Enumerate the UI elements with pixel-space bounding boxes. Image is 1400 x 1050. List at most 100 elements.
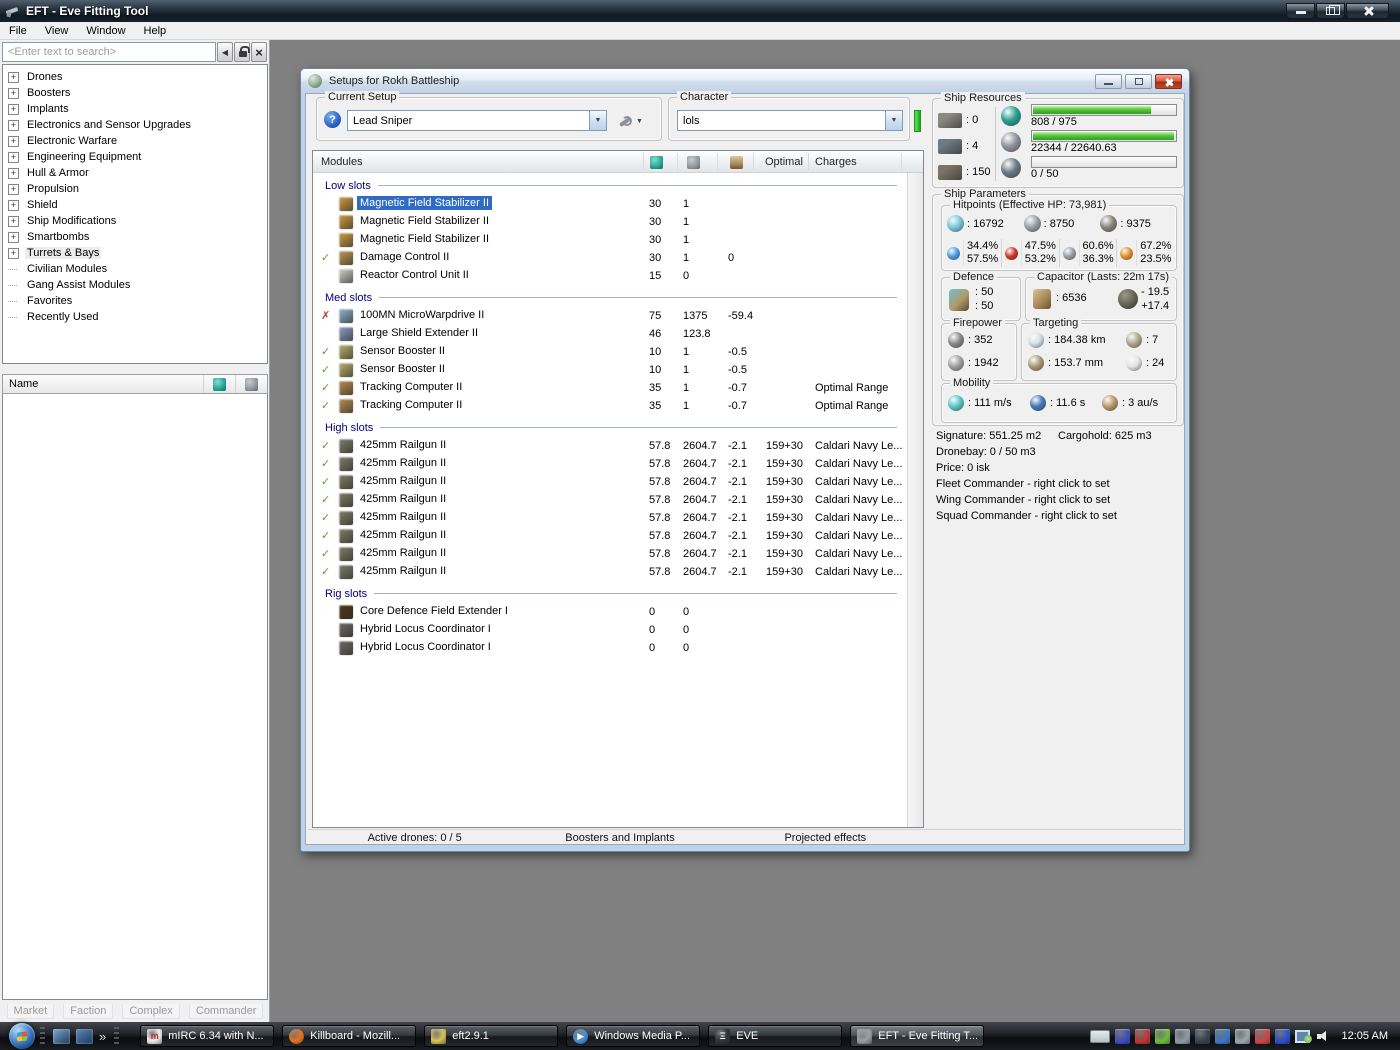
expand-plus-icon[interactable]: + <box>8 231 19 243</box>
tree-item-recently-used[interactable]: Recently Used <box>3 309 267 325</box>
tree-item-electronics-and-sensor-upgrades[interactable]: + Electronics and Sensor Upgrades <box>3 117 267 133</box>
character-combobox[interactable]: lols ▼ <box>677 110 903 131</box>
taskbar-button-mirc-6-34-with-n[interactable]: m mIRC 6.34 with N... <box>140 1025 275 1047</box>
tray-windows-colors-icon[interactable] <box>1254 1028 1270 1044</box>
expand-plus-icon[interactable]: + <box>8 183 19 195</box>
search-clear-button[interactable]: × <box>251 42 267 62</box>
keyboard-layout-icon[interactable] <box>1089 1029 1110 1043</box>
tree-item-electronic-warfare[interactable]: + Electronic Warfare <box>3 133 267 149</box>
dropdown-arrow-icon[interactable]: ▼ <box>885 111 902 130</box>
taskbar-button-eft-eve-fitting-t[interactable]: EFT - Eve Fitting T... <box>850 1025 985 1047</box>
name-column-header[interactable]: Name <box>9 378 38 390</box>
optimal-column-header[interactable]: Optimal <box>765 151 803 173</box>
tray-update-check-icon[interactable] <box>1234 1028 1250 1044</box>
powergrid-column-header[interactable] <box>687 151 700 173</box>
module-row-tracking-computer-ii[interactable]: ✓ Tracking Computer II 35 1 -0.7 Optimal Rang… <box>313 397 907 415</box>
setup-titlebar[interactable]: Setups for Rokh Battleship <box>301 69 1189 93</box>
tree-item-civilian-modules[interactable]: Civilian Modules <box>3 261 267 277</box>
wing-commander-info[interactable]: Wing Commander - right click to set <box>936 494 1110 510</box>
module-row-large-shield-extender-ii[interactable]: Large Shield Extender II 46 123.8 <box>313 325 907 343</box>
show-desktop-icon[interactable] <box>53 1028 70 1044</box>
setup-maximize-button[interactable] <box>1125 73 1152 89</box>
module-row-magnetic-field-stabilizer-ii[interactable]: Magnetic Field Stabilizer II 30 1 <box>313 213 907 231</box>
search-lock-button[interactable] <box>234 42 250 62</box>
taskbar-button-killboard-mozill[interactable]: Killboard - Mozill... <box>282 1025 417 1047</box>
projected-effects-panel[interactable]: Projected effects <box>723 832 928 844</box>
charges-column-header[interactable]: Charges <box>815 151 857 173</box>
expand-plus-icon[interactable]: + <box>8 87 19 99</box>
tab-market[interactable]: Market <box>6 1003 55 1019</box>
module-row-magnetic-field-stabilizer-ii[interactable]: Magnetic Field Stabilizer II 30 1 <box>313 231 907 249</box>
minimize-button[interactable] <box>1286 3 1315 19</box>
module-row-damage-control-ii[interactable]: ✓ Damage Control II 30 1 0 <box>313 249 907 267</box>
expand-plus-icon[interactable]: + <box>8 103 19 115</box>
network-icon[interactable] <box>1294 1029 1312 1043</box>
cpu-column-header[interactable] <box>203 375 235 393</box>
boosters-implants-panel[interactable]: Boosters and Implants <box>517 832 722 844</box>
clock[interactable]: 12:05 AM <box>1342 1030 1388 1042</box>
help-icon[interactable]: ? <box>324 111 341 128</box>
squad-commander-info[interactable]: Squad Commander - right click to set <box>936 510 1117 526</box>
tree-item-engineering-equipment[interactable]: + Engineering Equipment <box>3 149 267 165</box>
module-row-425mm-railgun-ii[interactable]: ✓ 425mm Railgun II 57.8 2604.7 -2.1 159+30 Cal… <box>313 491 907 509</box>
capacitor-column-header[interactable] <box>730 151 743 173</box>
tray-messenger-icon[interactable] <box>1154 1028 1170 1044</box>
window-switcher-icon[interactable] <box>76 1028 93 1044</box>
taskbar-button-windows-media-p[interactable]: ▶ Windows Media P... <box>566 1025 701 1047</box>
module-row-425mm-railgun-ii[interactable]: ✓ 425mm Railgun II 57.8 2604.7 -2.1 159+30 Cal… <box>313 545 907 563</box>
dropdown-arrow-icon[interactable]: ▼ <box>589 111 606 130</box>
powergrid-column-header[interactable] <box>235 375 267 393</box>
tray-app-blue-icon[interactable] <box>1214 1028 1230 1044</box>
module-row-core-defence-field-extender-i[interactable]: Core Defence Field Extender I 0 0 <box>313 603 907 621</box>
search-input[interactable] <box>2 42 216 62</box>
tree-item-turrets-bays[interactable]: + Turrets & Bays <box>3 245 267 261</box>
module-row-425mm-railgun-ii[interactable]: ✓ 425mm Railgun II 57.8 2604.7 -2.1 159+30 Cal… <box>313 527 907 545</box>
module-row-hybrid-locus-coordinator-i[interactable]: Hybrid Locus Coordinator I 0 0 <box>313 621 907 639</box>
tab-commander[interactable]: Commander <box>188 1003 264 1019</box>
module-row-sensor-booster-ii[interactable]: ✓ Sensor Booster II 10 1 -0.5 <box>313 343 907 361</box>
vertical-scrollbar[interactable] <box>907 173 923 827</box>
cpu-column-header[interactable] <box>650 151 663 173</box>
expand-plus-icon[interactable]: + <box>8 199 19 211</box>
expand-plus-icon[interactable]: + <box>8 215 19 227</box>
restore-button[interactable] <box>1316 3 1345 19</box>
setup-minimize-button[interactable] <box>1095 73 1122 89</box>
menu-view[interactable]: View <box>36 23 78 39</box>
close-button[interactable] <box>1346 3 1389 19</box>
tree-item-drones[interactable]: + Drones <box>3 69 267 85</box>
expand-plus-icon[interactable]: + <box>8 167 19 179</box>
module-row-100mn-microwarpdrive-ii[interactable]: ✗ 100MN MicroWarpdrive II 75 1375 -59.4 <box>313 307 907 325</box>
tree-item-hull-armor[interactable]: + Hull & Armor <box>3 165 267 181</box>
expand-plus-icon[interactable]: + <box>8 247 19 259</box>
overflow-chevron-icon[interactable]: » <box>99 1029 106 1044</box>
tab-faction[interactable]: Faction <box>63 1003 114 1019</box>
search-back-button[interactable]: ◀ <box>217 42 233 62</box>
results-list[interactable] <box>2 394 268 1000</box>
tree-item-favorites[interactable]: Favorites <box>3 293 267 309</box>
module-row-425mm-railgun-ii[interactable]: ✓ 425mm Railgun II 57.8 2604.7 -2.1 159+30 Cal… <box>313 455 907 473</box>
start-button[interactable] <box>9 1023 35 1049</box>
module-row-hybrid-locus-coordinator-i[interactable]: Hybrid Locus Coordinator I 0 0 <box>313 639 907 657</box>
expand-plus-icon[interactable]: + <box>8 119 19 131</box>
tab-complex[interactable]: Complex <box>122 1003 180 1019</box>
expand-plus-icon[interactable]: + <box>8 151 19 163</box>
tray-player-icon[interactable] <box>1274 1028 1290 1044</box>
module-row-tracking-computer-ii[interactable]: ✓ Tracking Computer II 35 1 -0.7 Optimal Rang… <box>313 379 907 397</box>
module-row-425mm-railgun-ii[interactable]: ✓ 425mm Railgun II 57.8 2604.7 -2.1 159+30 Cal… <box>313 509 907 527</box>
menu-window[interactable]: Window <box>77 23 134 39</box>
setup-close-button[interactable] <box>1155 73 1182 89</box>
tray-app-gray-icon[interactable] <box>1174 1028 1190 1044</box>
expand-plus-icon[interactable]: + <box>8 135 19 147</box>
expand-plus-icon[interactable]: + <box>8 71 19 83</box>
tree-item-propulsion[interactable]: + Propulsion <box>3 181 267 197</box>
setup-combobox[interactable]: Lead Sniper ▼ <box>347 110 607 131</box>
tree-item-implants[interactable]: + Implants <box>3 101 267 117</box>
module-row-425mm-railgun-ii[interactable]: ✓ 425mm Railgun II 57.8 2604.7 -2.1 159+30 Cal… <box>313 437 907 455</box>
taskbar-button-eft2-9-1[interactable]: eft2.9.1 <box>424 1025 559 1047</box>
menu-help[interactable]: Help <box>135 23 176 39</box>
fitting-tools-button[interactable]: ▼ <box>617 112 651 130</box>
menu-file[interactable]: File <box>0 23 36 39</box>
tree-item-smartbombs[interactable]: + Smartbombs <box>3 229 267 245</box>
active-drones-panel[interactable]: Active drones: 0 / 5 <box>312 832 517 844</box>
tree-item-boosters[interactable]: + Boosters <box>3 85 267 101</box>
